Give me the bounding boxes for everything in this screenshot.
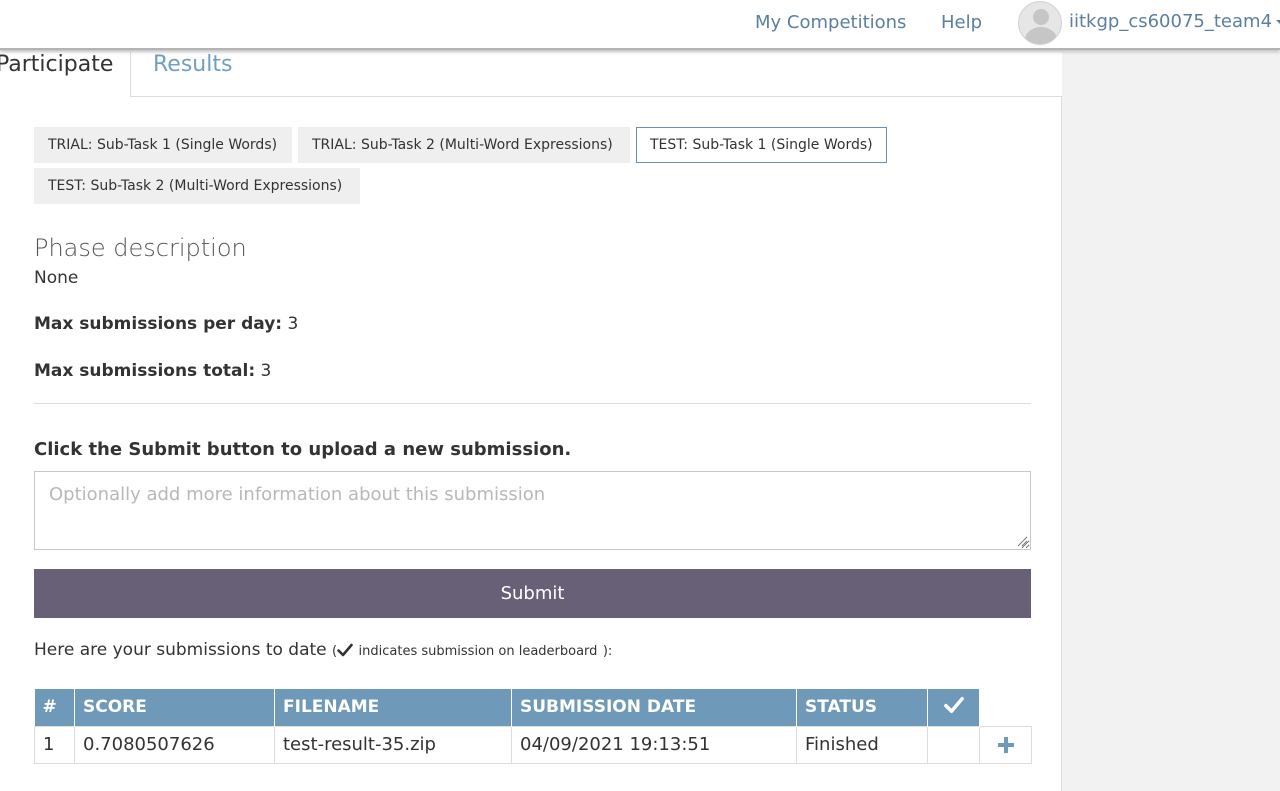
check-icon bbox=[337, 643, 353, 657]
submissions-intro: Here are your submissions to date ( indi… bbox=[34, 640, 612, 660]
submit-button[interactable]: Submit bbox=[34, 569, 1031, 618]
col-header-status: STATUS bbox=[796, 689, 928, 726]
cell-score: 0.7080507626 bbox=[74, 725, 275, 764]
max-per-day-value: 3 bbox=[287, 314, 299, 334]
check-icon bbox=[943, 696, 964, 713]
phase-button-trial-subtask2[interactable]: TRIAL: Sub-Task 2 (Multi-Word Expression… bbox=[298, 127, 630, 163]
phase-button-trial-subtask1[interactable]: TRIAL: Sub-Task 1 (Single Words) bbox=[34, 127, 292, 163]
user-menu-toggle[interactable]: iitkgp_cs60075_team4 bbox=[1069, 11, 1280, 32]
table-row[interactable]: 1 0.7080507626 test-result-35.zip 04/09/… bbox=[34, 725, 1032, 764]
avatar[interactable] bbox=[1018, 1, 1062, 45]
caret-down-icon bbox=[1276, 19, 1280, 25]
max-total-value: 3 bbox=[260, 361, 272, 381]
phase-description-text: None bbox=[34, 268, 79, 288]
avatar-head-icon bbox=[1033, 9, 1049, 25]
submissions-table: # SCORE FILENAME SUBMISSION DATE STATUS … bbox=[34, 689, 1032, 764]
section-divider bbox=[34, 403, 1031, 404]
submissions-intro-close: ): bbox=[602, 644, 613, 659]
username-label: iitkgp_cs60075_team4 bbox=[1069, 11, 1273, 32]
right-sidebar-area bbox=[1062, 52, 1280, 791]
phase-button-test-subtask1[interactable]: TEST: Sub-Task 1 (Single Words) bbox=[636, 127, 887, 163]
tab-results[interactable]: Results bbox=[153, 52, 232, 97]
max-total-label: Max submissions total: bbox=[34, 361, 256, 381]
cell-filename: test-result-35.zip bbox=[274, 725, 512, 764]
table-header-row: # SCORE FILENAME SUBMISSION DATE STATUS bbox=[34, 689, 1032, 726]
col-header-submission-date: SUBMISSION DATE bbox=[511, 689, 797, 726]
cell-actions bbox=[979, 725, 1032, 764]
cell-status: Finished bbox=[796, 725, 928, 764]
top-navbar: My Competitions Help iitkgp_cs60075_team… bbox=[0, 0, 1280, 50]
cell-number: 1 bbox=[34, 725, 75, 764]
phase-description-heading: Phase description bbox=[34, 234, 247, 262]
avatar-body-icon bbox=[1025, 27, 1057, 44]
col-header-leaderboard bbox=[927, 689, 980, 726]
submissions-intro-note: indicates submission on leaderboard bbox=[358, 644, 598, 659]
phase-button-test-subtask2[interactable]: TEST: Sub-Task 2 (Multi-Word Expressions… bbox=[34, 168, 360, 204]
col-header-actions bbox=[979, 689, 1032, 726]
max-submissions-total: Max submissions total: 3 bbox=[34, 361, 271, 381]
col-header-score: SCORE bbox=[74, 689, 275, 726]
col-header-filename: FILENAME bbox=[274, 689, 512, 726]
submission-notes-input[interactable] bbox=[34, 471, 1031, 550]
cell-submission-date: 04/09/2021 19:13:51 bbox=[511, 725, 797, 764]
cell-leaderboard bbox=[927, 725, 980, 764]
tab-participate[interactable]: Participate bbox=[0, 52, 131, 97]
max-submissions-per-day: Max submissions per day: 3 bbox=[34, 314, 298, 334]
col-header-number: # bbox=[34, 689, 75, 726]
panel-right-border bbox=[1061, 96, 1062, 791]
nav-my-competitions-link[interactable]: My Competitions bbox=[755, 12, 906, 33]
plus-icon[interactable] bbox=[997, 736, 1015, 754]
max-per-day-label: Max submissions per day: bbox=[34, 314, 283, 334]
submit-instruction: Click the Submit button to upload a new … bbox=[34, 439, 572, 460]
nav-help-link[interactable]: Help bbox=[941, 12, 982, 33]
submissions-intro-text: Here are your submissions to date bbox=[34, 640, 327, 660]
